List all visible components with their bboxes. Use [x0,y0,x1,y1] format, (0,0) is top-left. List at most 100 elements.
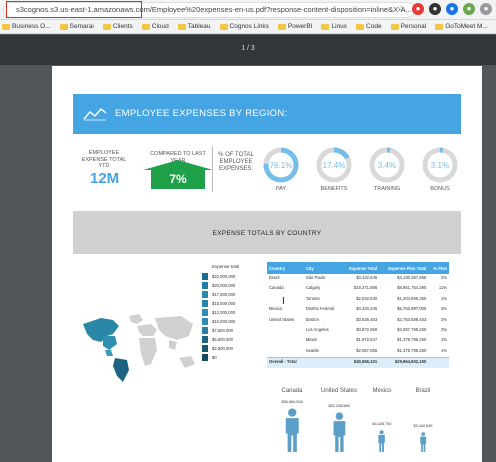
pdf-page: EMPLOYEE EXPENSES BY REGION: EMPLOYEE EX… [52,66,482,462]
table-cell [267,336,304,346]
table-header: Expense Total [341,262,380,274]
country-value: $3,442,645 [413,424,433,428]
folder-icon [321,23,330,30]
extension-icon[interactable]: ● [429,3,441,15]
legend-swatch [202,308,208,316]
folder-icon [59,23,68,30]
total-label: EMPLOYEE EXPENSE TOTAL YTD [81,150,127,169]
legend-item: $15,000,000 [202,299,235,307]
address-bar-row: s3cognos.s3.us-east-1.amazonaws.com/Empl… [0,0,496,20]
donut-label: BONUS [430,186,450,192]
table-total-row: Overall - Total $40,556,101 $29,664,602,19… [267,356,449,368]
bookmark-item[interactable]: Business O... [2,23,51,30]
extension-icon[interactable]: ● [412,3,424,15]
legend-item: $7,500,000 [202,326,233,334]
table-cell: $18,371,886 [353,285,378,291]
person-icon [378,430,386,452]
legend-item: $17,000,000 [202,290,235,298]
table-cell: Boston [305,316,319,322]
table-cell: 1% [440,295,447,301]
table-row: Canada Calgary $18,371,886 $8,861,754,290 11… [267,284,449,294]
table-cell: 1% [440,347,447,353]
bookmark-item[interactable]: Clients [102,23,133,30]
table-cell: Mexico [269,306,283,312]
table-cell: São Paulo [305,275,326,280]
bookmark-label: Personal [400,23,427,30]
bookmark-item[interactable]: Linux [321,23,347,30]
person-icon [420,432,426,452]
legend-item: $5,000,000 [202,335,233,343]
expense-table: Country City Expense Total Expense Plan … [267,262,449,368]
table-cell: United States [269,316,295,322]
extension-icon[interactable]: ● [463,3,475,15]
bookmark-item[interactable]: Tableau [177,23,211,30]
extension-icon[interactable]: ● [446,3,458,15]
legend-label: $17,000,000 [212,291,236,297]
donut-value: 3.1% [431,161,449,170]
pct-label: % OF TOTAL EMPLOYEE EXPENSES: [218,152,254,172]
report-header: EMPLOYEE EXPENSES BY REGION: [73,94,461,134]
legend-item: $0 [202,353,217,361]
bookmark-item[interactable]: Code [356,23,382,30]
table-cell: $40,556,101 [341,356,380,368]
table-cell: Miami [305,337,318,343]
donut-chart: 3.4% [369,147,405,183]
table-header-row: Country City Expense Total Expense Plan … [267,262,449,274]
browser-window: s3cognos.s3.us-east-1.amazonaws.com/Empl… [0,0,496,462]
bookmark-item[interactable]: PowerBI [277,23,313,30]
bookmark-label: Clients [112,23,133,30]
table-cell: Calgary [305,285,321,291]
country-value: $4,326,740 [372,422,392,426]
table-cell: Overall - Total [267,356,304,368]
bookmark-label: PowerBI [287,23,313,30]
legend-label: $0 [212,354,217,360]
table-row: Toronto $2,032,530 $1,204,695,350 1% [267,295,449,305]
table-cell: Distrito Federal [305,306,335,312]
bookmark-item[interactable]: Cognos Links [219,23,269,30]
table-cell: 11% [438,285,447,291]
table-cell: 2% [440,275,447,280]
table-cell: Seattle [305,347,319,353]
legend-label: $10,000,000 [212,318,236,324]
folder-icon [390,23,399,30]
bookmark-label: Business O... [12,23,51,30]
table-cell: $2,753,588,403 [397,316,427,322]
table-row: Miami $1,972,547 $1,378,796,250 1% [267,336,449,346]
world-map [83,314,195,382]
bookmark-item[interactable]: Semarai [59,23,94,30]
table-row: Brazil São Paulo $3,442,645 $4,130,397,666 2… [267,274,449,284]
person-icon [333,412,345,452]
country-name: Brazil [415,388,431,394]
bookmark-label: Linux [331,23,348,30]
country-value: $32,228,688 [328,404,350,408]
table-cell: $4,320,246 [356,306,378,312]
bookmark-label: Semarai [69,23,94,30]
legend-swatch [202,272,208,280]
folder-icon [177,23,186,30]
table-cell: $3,442,645 [356,275,378,280]
table-cell [267,295,304,305]
legend-item: $10,000,000 [202,317,235,325]
bookmark-label: Cognos Links [229,23,269,30]
table-cell: 2% [440,316,447,322]
legend-swatch [202,326,208,334]
table-cell: $2,032,530 [356,295,378,301]
table-cell [428,356,449,368]
bookmark-label: Cloud [151,23,169,30]
legend-swatch [202,317,208,325]
legend-item: $12,000,000 [202,308,235,316]
table-row: Los Angeles $3,872,659 $3,097,798,250 2% [267,326,449,336]
table-cell: 3% [440,306,447,312]
profile-icon[interactable]: ● [480,3,492,15]
legend-item: $20,000,000 [202,281,235,289]
bookmark-item[interactable]: GoToMeet M... [435,23,488,30]
table-cell: Canada [269,285,284,291]
table-cell: $1,378,796,250 [397,337,427,343]
star-icon[interactable]: ☆ [395,3,407,15]
bookmark-item[interactable]: Cloud [141,23,169,30]
page-indicator: 1 / 3 [241,45,255,52]
bookmark-item[interactable]: Personal [390,23,427,30]
divider [212,146,213,192]
donut-value: 3.4% [378,161,396,170]
total-value: 12M [90,170,120,187]
